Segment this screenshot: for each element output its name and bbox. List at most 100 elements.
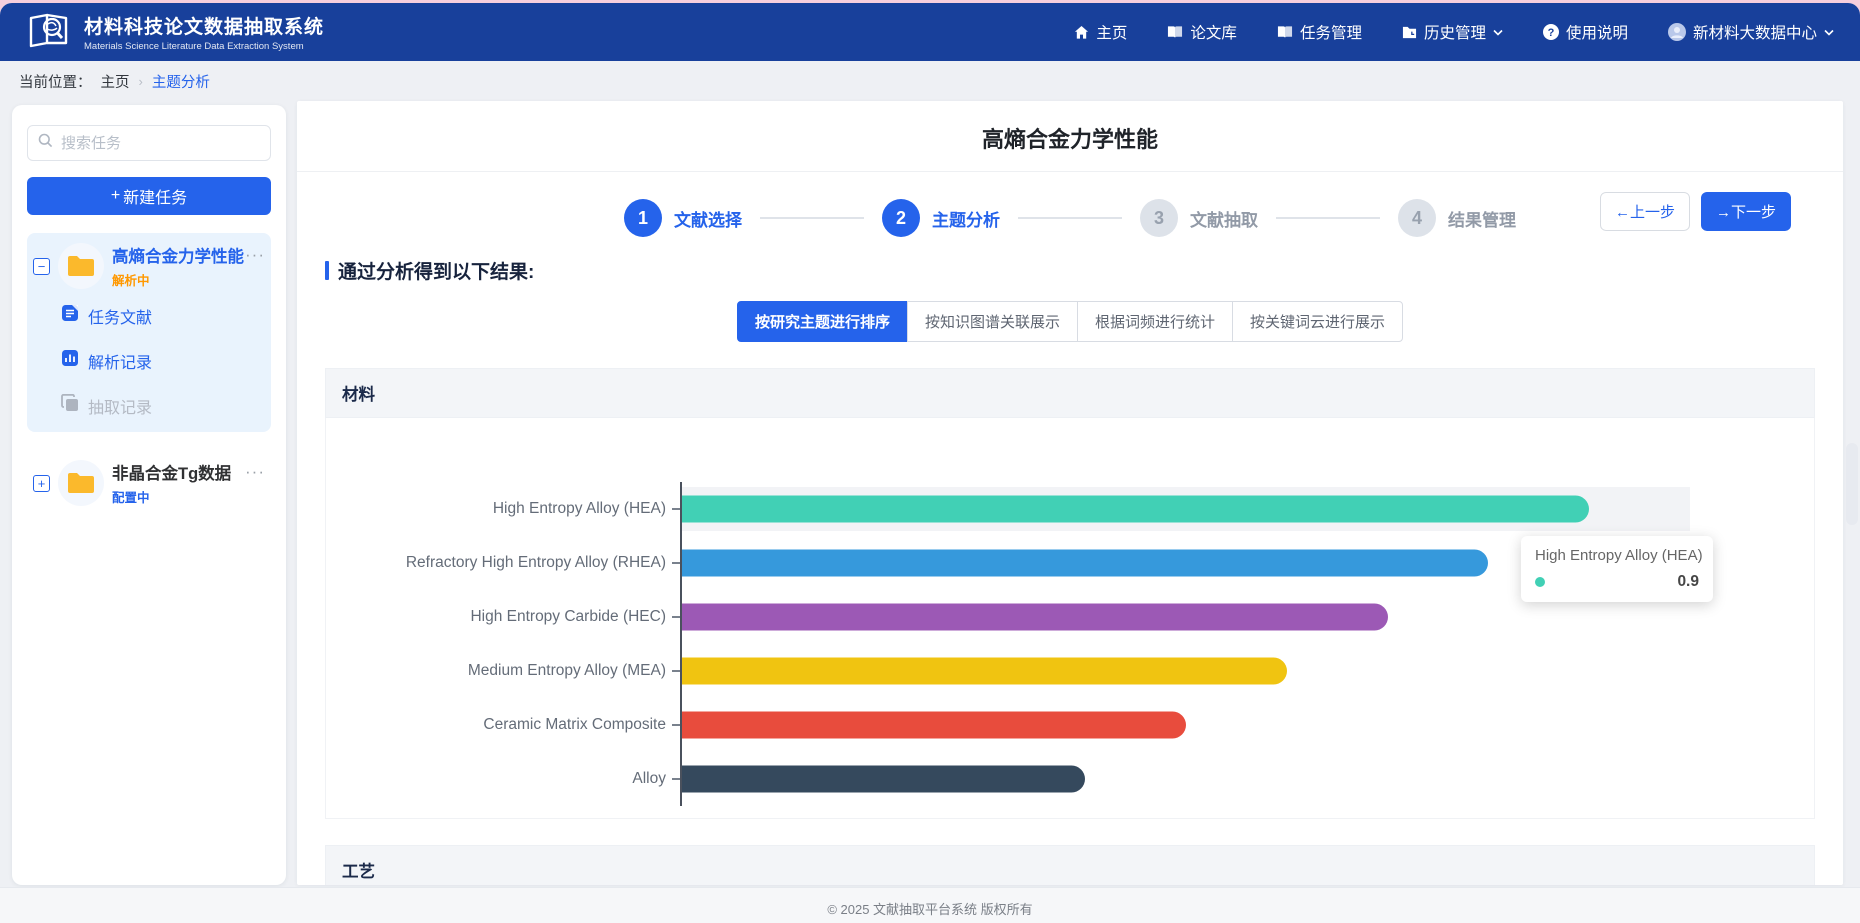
sidebar-item-label: 抽取记录	[88, 394, 152, 418]
task-header[interactable]: + 非晶合金Tg数据 配置中 ···	[33, 460, 265, 506]
book-magnifier-logo-icon	[26, 10, 72, 55]
step-connector	[760, 217, 864, 219]
arrow-right-icon: →	[1716, 203, 1731, 220]
series-marker-icon	[1535, 577, 1545, 587]
step-number: 2	[882, 199, 920, 237]
nav-user-center[interactable]: 新材料大数据中心	[1668, 21, 1834, 43]
task-header[interactable]: − 高熵合金力学性能 解析中 ···	[33, 243, 265, 289]
next-step-button[interactable]: →下一步	[1701, 191, 1791, 230]
library-icon	[1167, 25, 1183, 39]
step-number: 1	[624, 199, 662, 237]
tooltip-value-row: 0.9	[1535, 573, 1699, 591]
data-bar[interactable]	[682, 550, 1488, 577]
copyright-text: © 2025 文献抽取平台系统 版权所有	[827, 902, 1032, 917]
breadcrumb-home[interactable]: 主页	[101, 71, 130, 92]
sidebar-item-label: 任务文献	[88, 304, 152, 328]
prev-step-button[interactable]: ←上一步	[1600, 191, 1690, 230]
task-sidebar: + 新建任务 − 高熵合金力学性能 解析中 ···	[12, 105, 286, 885]
step-topic-analysis[interactable]: 2 主题分析	[882, 199, 1000, 237]
nav-help[interactable]: ? 使用说明	[1543, 21, 1628, 43]
step-label: 文献抽取	[1190, 206, 1258, 231]
step-connector	[1018, 217, 1122, 219]
nav-history[interactable]: 历史管理	[1402, 21, 1503, 43]
step-literature-extract[interactable]: 3 文献抽取	[1140, 199, 1258, 237]
document-icon	[61, 304, 79, 327]
search-icon	[38, 133, 53, 153]
app-title: 材料科技论文数据抽取系统	[84, 12, 324, 39]
data-bar[interactable]	[682, 766, 1085, 793]
step-number: 4	[1398, 199, 1436, 237]
chevron-down-icon	[1824, 29, 1834, 36]
category-label: Medium Entropy Alloy (MEA)	[326, 662, 680, 680]
chart-row[interactable]: Ceramic Matrix Composite	[326, 698, 1814, 752]
category-label: Ceramic Matrix Composite	[326, 716, 680, 734]
axis-tick	[672, 724, 680, 726]
page-footer: © 2025 文献抽取平台系统 版权所有	[0, 887, 1860, 923]
plus-icon: +	[111, 187, 120, 205]
chart-row[interactable]: Alloy	[326, 752, 1814, 806]
app-window: 材料科技论文数据抽取系统 Materials Science Literatur…	[0, 3, 1860, 923]
chart-row[interactable]: Medium Entropy Alloy (MEA)	[326, 644, 1814, 698]
category-label: Alloy	[326, 770, 680, 788]
new-task-button[interactable]: + 新建任务	[27, 177, 271, 215]
nav-library[interactable]: 论文库	[1167, 21, 1237, 43]
view-tabs: 按研究主题进行排序 按知识图谱关联展示 根据词频进行统计 按关键词云进行展示	[297, 301, 1843, 342]
expand-icon[interactable]: +	[33, 475, 50, 492]
data-bar[interactable]	[682, 658, 1287, 685]
axis-tick	[672, 670, 680, 672]
chart-tooltip: High Entropy Alloy (HEA) 0.9	[1521, 536, 1713, 602]
task-search-input[interactable]	[61, 135, 260, 152]
brand-text: 材料科技论文数据抽取系统 Materials Science Literatur…	[84, 12, 324, 52]
breadcrumb-prefix: 当前位置：	[19, 71, 92, 92]
app-subtitle: Materials Science Literature Data Extrac…	[84, 41, 324, 52]
data-bar[interactable]	[682, 496, 1589, 523]
sidebar-item-label: 解析记录	[88, 349, 152, 373]
section-materials: 材料 High Entropy Alloy (HEA)Refractory Hi…	[325, 368, 1815, 819]
task-search-box	[27, 125, 271, 161]
axis-tick	[672, 508, 680, 510]
help-icon: ?	[1543, 24, 1559, 40]
task-name[interactable]: 高熵合金力学性能	[112, 243, 245, 267]
task-info: 非晶合金Tg数据 配置中	[112, 460, 245, 506]
folder-icon	[58, 243, 104, 289]
step-actions: ←上一步 →下一步	[1600, 191, 1791, 230]
tab-keyword-cloud[interactable]: 按关键词云进行展示	[1232, 301, 1403, 342]
step-literature-select[interactable]: 1 文献选择	[624, 199, 742, 237]
more-actions-icon[interactable]: ···	[245, 462, 265, 482]
sidebar-item-task-literature[interactable]: 任务文献	[61, 293, 265, 338]
user-avatar-icon	[1668, 23, 1686, 41]
tab-word-frequency[interactable]: 根据词频进行统计	[1077, 301, 1233, 342]
tab-sort-by-topic[interactable]: 按研究主题进行排序	[737, 301, 908, 342]
nav-home[interactable]: 主页	[1074, 21, 1127, 43]
top-nav: 主页 论文库 任务管理 历史管理	[1074, 21, 1834, 43]
step-result-manage[interactable]: 4 结果管理	[1398, 199, 1516, 237]
sidebar-item-parse-records[interactable]: 解析记录	[61, 338, 265, 383]
home-icon	[1074, 25, 1089, 40]
tab-knowledge-graph[interactable]: 按知识图谱关联展示	[907, 301, 1078, 342]
page-title: 高熵合金力学性能	[297, 101, 1843, 172]
nav-task-manage[interactable]: 任务管理	[1277, 21, 1362, 43]
task-name[interactable]: 非晶合金Tg数据	[112, 460, 245, 484]
nav-task-manage-label: 任务管理	[1300, 21, 1362, 43]
vertical-scrollbar-thumb[interactable]	[1846, 443, 1858, 525]
task-group-tg: + 非晶合金Tg数据 配置中 ···	[27, 450, 271, 510]
plot-area	[680, 698, 1690, 752]
step-number: 3	[1140, 199, 1178, 237]
nav-user-center-label: 新材料大数据中心	[1693, 21, 1817, 43]
chart-row[interactable]: High Entropy Alloy (HEA)	[326, 482, 1814, 536]
data-bar[interactable]	[682, 712, 1186, 739]
bar-chart: High Entropy Alloy (HEA)Refractory High …	[326, 418, 1814, 818]
brand: 材料科技论文数据抽取系统 Materials Science Literatur…	[26, 10, 324, 55]
more-actions-icon[interactable]: ···	[245, 245, 265, 265]
task-children: 任务文献 解析记录 抽取记录	[33, 293, 265, 428]
task-manage-icon	[1277, 25, 1293, 39]
sidebar-item-extract-records[interactable]: 抽取记录	[61, 383, 265, 428]
step-label: 文献选择	[674, 206, 742, 231]
folder-icon	[58, 460, 104, 506]
prev-step-label: 上一步	[1630, 203, 1675, 220]
breadcrumb-current[interactable]: 主题分析	[152, 71, 210, 92]
step-label: 主题分析	[932, 206, 1000, 231]
section-process: 工艺	[325, 845, 1815, 885]
data-bar[interactable]	[682, 604, 1388, 631]
collapse-icon[interactable]: −	[33, 258, 50, 275]
